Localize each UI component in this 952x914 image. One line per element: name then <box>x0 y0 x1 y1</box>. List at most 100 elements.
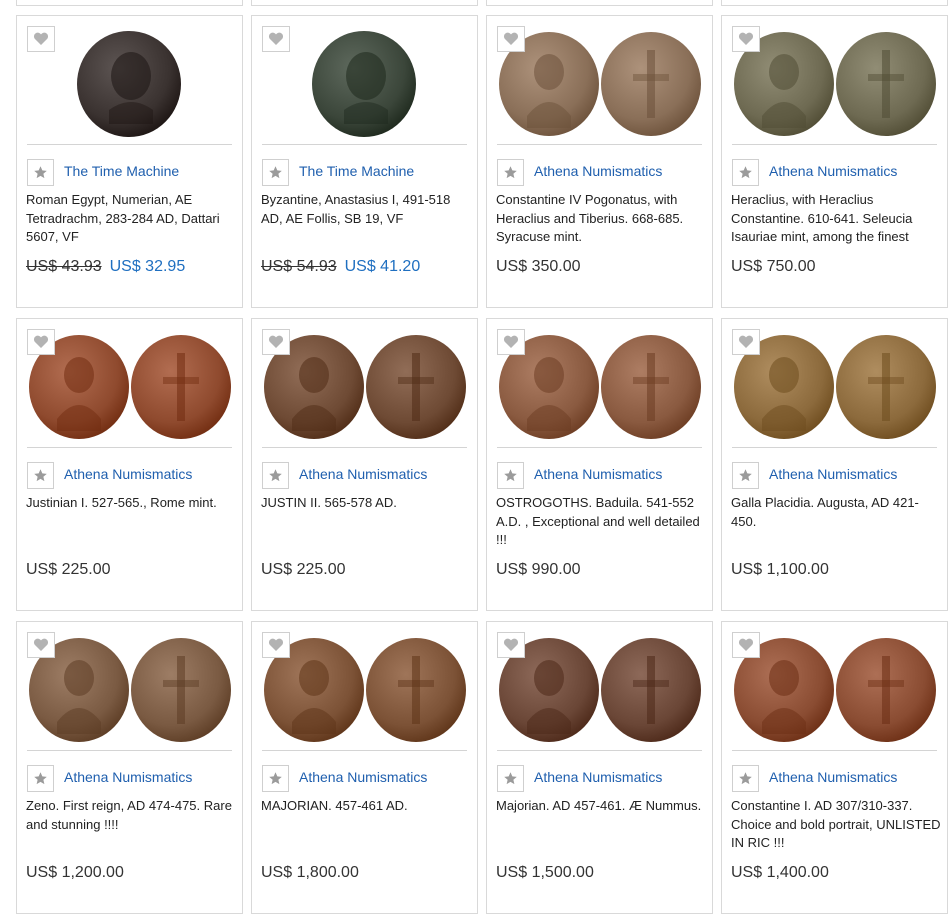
product-title[interactable]: Roman Egypt, Numerian, AE Tetradrachm, 2… <box>26 191 236 247</box>
product-title[interactable]: Byzantine, Anastasius I, 491-518 AD, AE … <box>261 191 471 247</box>
follow-seller-button[interactable] <box>732 159 759 186</box>
seller-link[interactable]: Athena Numismatics <box>534 769 662 785</box>
follow-seller-button[interactable] <box>732 765 759 792</box>
star-icon <box>503 468 518 483</box>
favorite-button[interactable] <box>497 329 525 355</box>
follow-seller-button[interactable] <box>27 462 54 489</box>
seller-link[interactable]: Athena Numismatics <box>769 163 897 179</box>
favorite-button[interactable] <box>497 632 525 658</box>
star-icon <box>738 165 753 180</box>
product-title[interactable]: Heraclius, with Heraclius Constantine. 6… <box>731 191 941 247</box>
follow-seller-button[interactable] <box>27 765 54 792</box>
follow-seller-button[interactable] <box>27 159 54 186</box>
product-title[interactable]: MAJORIAN. 457-461 AD. <box>261 797 471 853</box>
product-title[interactable]: Justinian I. 527-565., Rome mint. <box>26 494 236 550</box>
card-divider <box>27 750 232 751</box>
favorite-button[interactable] <box>732 632 760 658</box>
favorite-button[interactable] <box>497 26 525 52</box>
price-block: US$ 1,500.00 <box>496 864 594 882</box>
seller-link[interactable]: Athena Numismatics <box>299 769 427 785</box>
product-image[interactable] <box>497 24 702 144</box>
seller-link[interactable]: Athena Numismatics <box>534 466 662 482</box>
heart-icon <box>503 32 519 46</box>
product-card[interactable]: Athena Numismatics Justinian I. 527-565.… <box>16 318 243 611</box>
price-block: US$ 225.00 <box>261 561 346 579</box>
product-image[interactable] <box>732 327 937 447</box>
card-divider <box>732 144 937 145</box>
product-image[interactable] <box>732 24 937 144</box>
product-image[interactable] <box>262 630 467 750</box>
product-title[interactable]: Galla Placidia. Augusta, AD 421-450. <box>731 494 941 550</box>
favorite-button[interactable] <box>27 632 55 658</box>
heart-icon <box>268 638 284 652</box>
product-card-partial[interactable] <box>251 0 478 6</box>
product-image[interactable] <box>27 327 232 447</box>
star-icon <box>268 771 283 786</box>
seller-link[interactable]: The Time Machine <box>64 163 179 179</box>
price-block: US$ 1,800.00 <box>261 864 359 882</box>
product-card-partial[interactable] <box>486 0 713 6</box>
card-divider <box>497 750 702 751</box>
product-image[interactable] <box>27 630 232 750</box>
star-icon <box>33 771 48 786</box>
product-card[interactable]: Athena Numismatics Constantine IV Pogona… <box>486 15 713 308</box>
product-title[interactable]: JUSTIN II. 565-578 AD. <box>261 494 471 550</box>
favorite-button[interactable] <box>262 329 290 355</box>
seller-link[interactable]: Athena Numismatics <box>534 163 662 179</box>
card-divider <box>497 144 702 145</box>
product-title[interactable]: Constantine IV Pogonatus, with Heraclius… <box>496 191 706 247</box>
card-divider <box>27 447 232 448</box>
price: US$ 1,100.00 <box>731 561 829 578</box>
product-card-partial[interactable] <box>721 0 948 6</box>
product-card[interactable]: Athena Numismatics Heraclius, with Herac… <box>721 15 948 308</box>
product-image[interactable] <box>262 327 467 447</box>
product-card[interactable]: The Time Machine Byzantine, Anastasius I… <box>251 15 478 308</box>
product-image[interactable] <box>497 630 702 750</box>
product-card[interactable]: Athena Numismatics JUSTIN II. 565-578 AD… <box>251 318 478 611</box>
seller-link[interactable]: Athena Numismatics <box>64 769 192 785</box>
favorite-button[interactable] <box>262 26 290 52</box>
product-card[interactable]: Athena Numismatics Majorian. AD 457-461.… <box>486 621 713 914</box>
favorite-button[interactable] <box>27 329 55 355</box>
star-icon <box>738 771 753 786</box>
price-block: US$ 350.00 <box>496 258 581 276</box>
star-icon <box>503 771 518 786</box>
follow-seller-button[interactable] <box>497 462 524 489</box>
heart-icon <box>33 335 49 349</box>
follow-seller-button[interactable] <box>262 159 289 186</box>
seller-link[interactable]: Athena Numismatics <box>64 466 192 482</box>
seller-link[interactable]: Athena Numismatics <box>299 466 427 482</box>
product-card[interactable]: Athena Numismatics Constantine I. AD 307… <box>721 621 948 914</box>
product-card[interactable]: Athena Numismatics OSTROGOTHS. Baduila. … <box>486 318 713 611</box>
product-card-partial[interactable] <box>16 0 243 6</box>
favorite-button[interactable] <box>27 26 55 52</box>
seller-link[interactable]: Athena Numismatics <box>769 466 897 482</box>
product-card[interactable]: The Time Machine Roman Egypt, Numerian, … <box>16 15 243 308</box>
follow-seller-button[interactable] <box>262 462 289 489</box>
card-divider <box>732 750 937 751</box>
product-image[interactable] <box>732 630 937 750</box>
favorite-button[interactable] <box>732 26 760 52</box>
product-title[interactable]: Majorian. AD 457-461. Æ Nummus. <box>496 797 706 853</box>
star-icon <box>268 165 283 180</box>
follow-seller-button[interactable] <box>262 765 289 792</box>
follow-seller-button[interactable] <box>497 159 524 186</box>
product-image[interactable] <box>497 327 702 447</box>
favorite-button[interactable] <box>732 329 760 355</box>
seller-link[interactable]: The Time Machine <box>299 163 414 179</box>
product-title[interactable]: OSTROGOTHS. Baduila. 541-552 A.D. , Exce… <box>496 494 706 550</box>
follow-seller-button[interactable] <box>732 462 759 489</box>
product-card[interactable]: Athena Numismatics Zeno. First reign, AD… <box>16 621 243 914</box>
price-block: US$ 54.93 US$ 41.20 <box>261 258 420 276</box>
star-icon <box>268 468 283 483</box>
product-image[interactable] <box>262 24 467 144</box>
follow-seller-button[interactable] <box>497 765 524 792</box>
product-card[interactable]: Athena Numismatics Galla Placidia. Augus… <box>721 318 948 611</box>
seller-link[interactable]: Athena Numismatics <box>769 769 897 785</box>
product-title[interactable]: Zeno. First reign, AD 474-475. Rare and … <box>26 797 236 853</box>
product-title[interactable]: Constantine I. AD 307/310-337. Choice an… <box>731 797 941 853</box>
product-image[interactable] <box>27 24 232 144</box>
product-card[interactable]: Athena Numismatics MAJORIAN. 457-461 AD.… <box>251 621 478 914</box>
favorite-button[interactable] <box>262 632 290 658</box>
price: US$ 990.00 <box>496 561 581 578</box>
